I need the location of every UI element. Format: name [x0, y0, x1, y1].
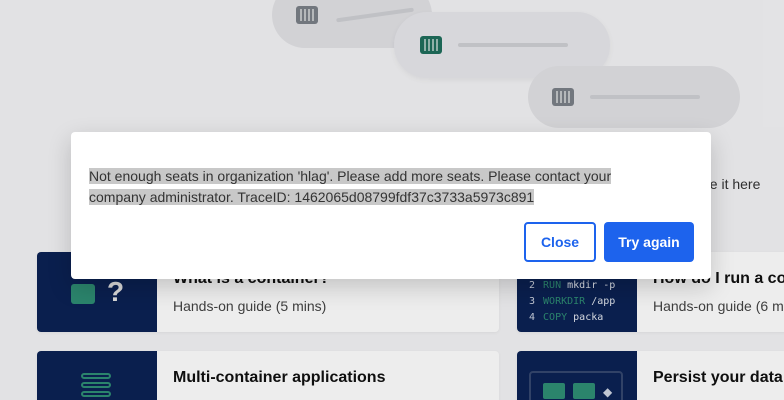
error-message: Not enough seats in organization 'hlag'.… — [89, 166, 649, 208]
close-button[interactable]: Close — [524, 222, 596, 262]
error-dialog: Not enough seats in organization 'hlag'.… — [71, 132, 711, 279]
error-message-text: Not enough seats in organization 'hlag'.… — [89, 168, 612, 205]
try-again-button[interactable]: Try again — [604, 222, 694, 262]
